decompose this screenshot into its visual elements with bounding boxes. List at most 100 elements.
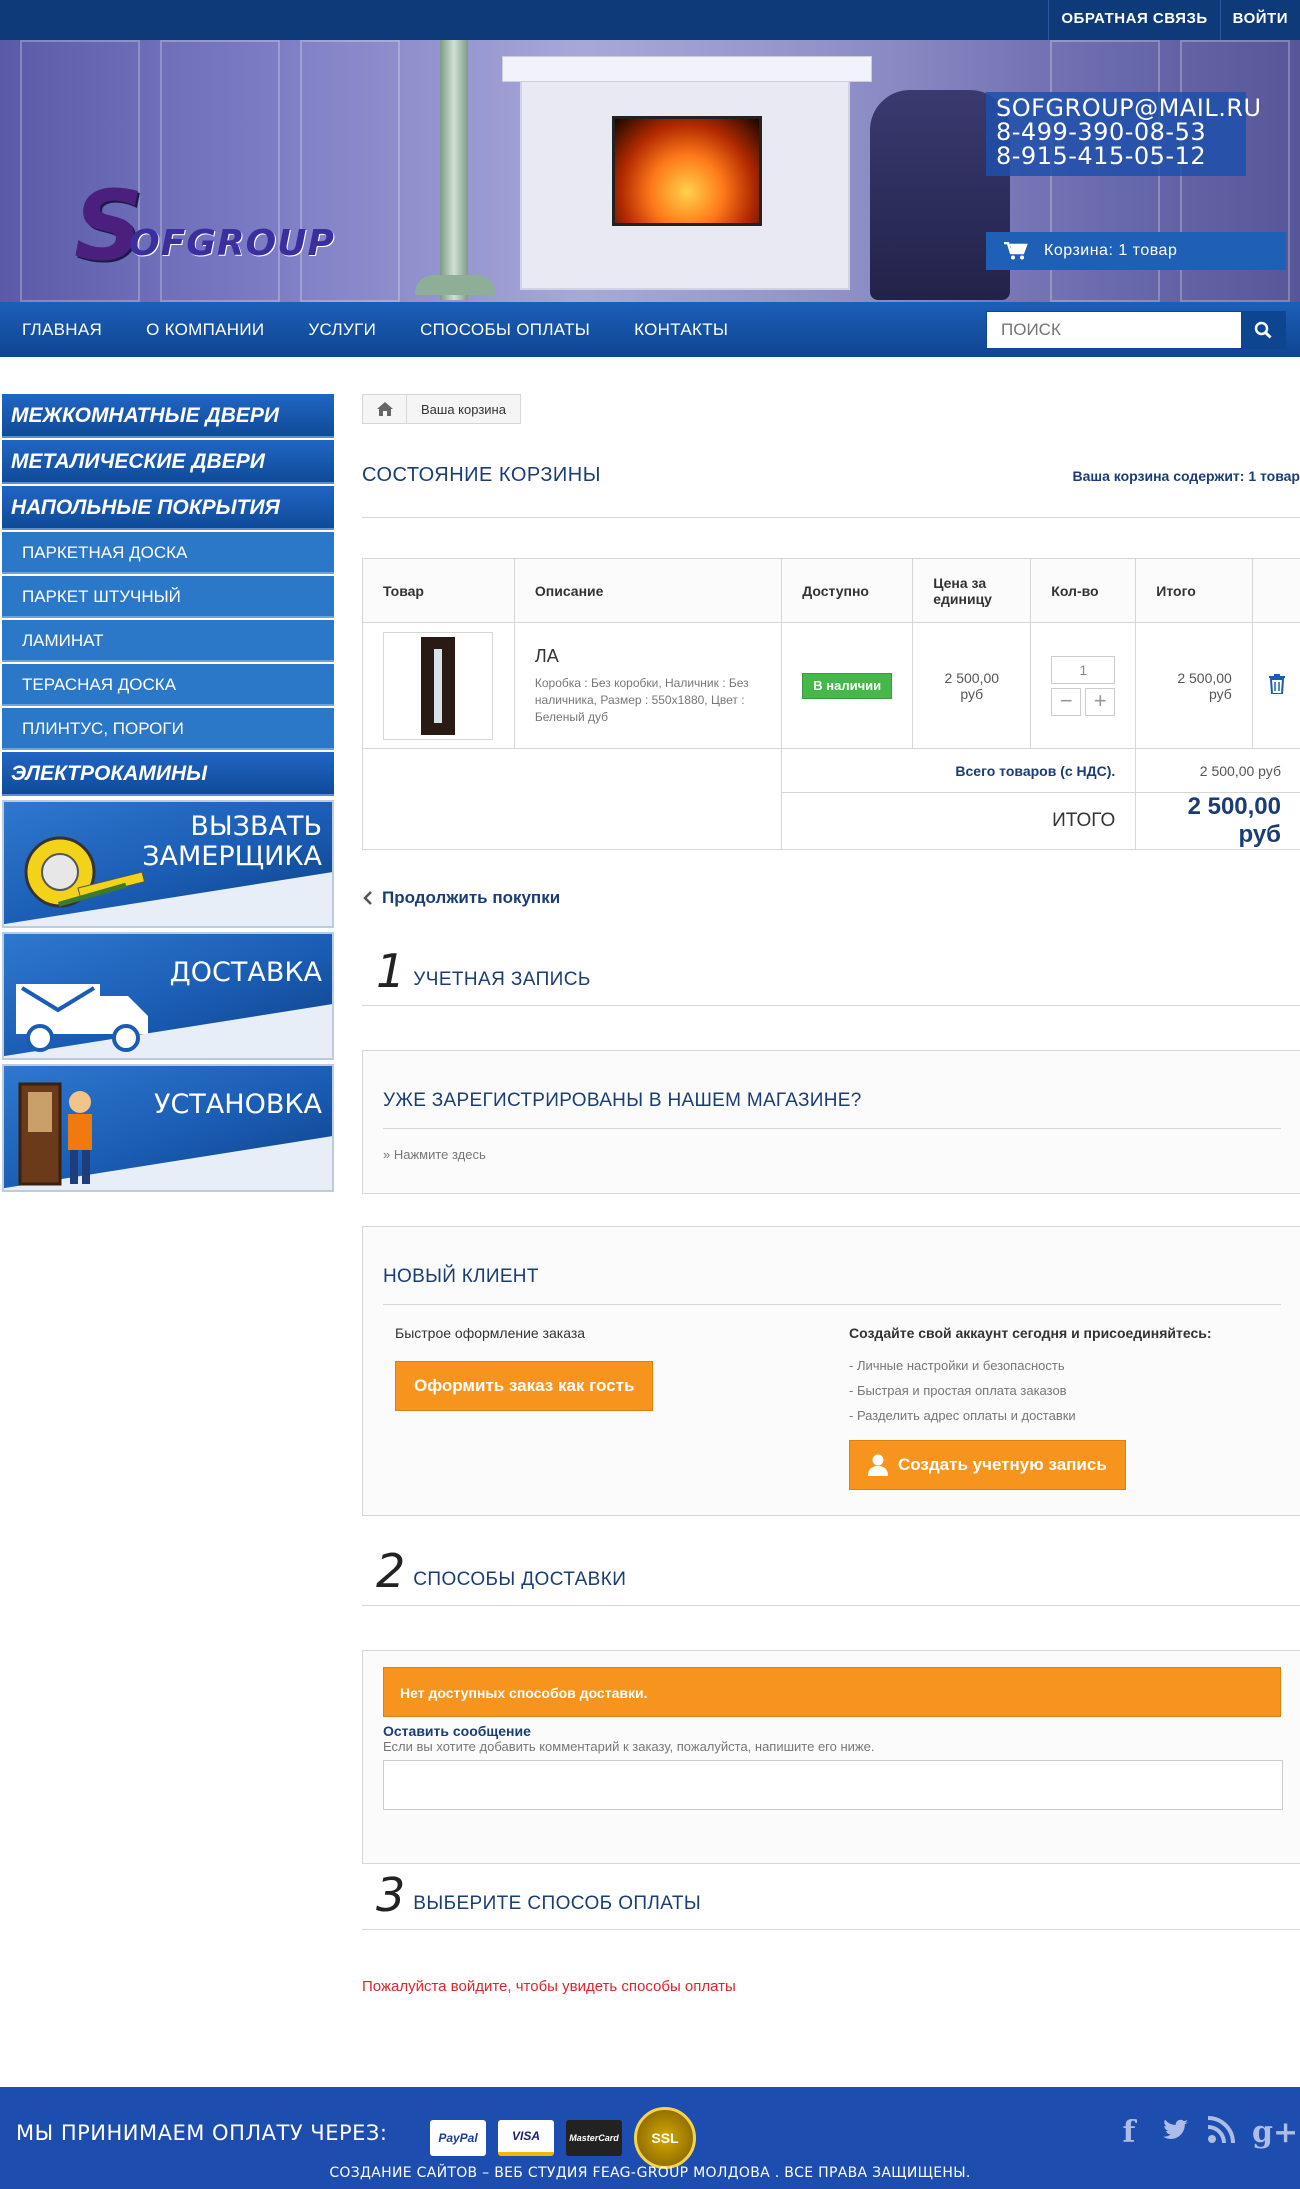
col-header-description: Описание bbox=[513, 558, 783, 623]
step-number: 2 bbox=[376, 1544, 406, 1598]
col-header-product: Товар bbox=[362, 558, 515, 623]
product-description-cell: ЛА Коробка : Без коробки, Наличник : Без… bbox=[513, 622, 783, 749]
sidebar-item-parquet-board[interactable]: Паркетная доска bbox=[2, 532, 334, 574]
google-plus-icon[interactable]: g+ bbox=[1252, 2115, 1298, 2150]
facebook-icon[interactable]: f bbox=[1114, 2115, 1144, 2150]
new-customer-box: Новый клиент Быстрое оформление заказа О… bbox=[362, 1226, 1300, 1516]
promo-measurer-text: Вызвать замерщика bbox=[142, 811, 322, 872]
footer: Мы принимаем оплату через: PayPal VISA M… bbox=[0, 2087, 1300, 2189]
benefit-item: - Разделить адрес оплаты и доставки bbox=[849, 1408, 1076, 1423]
logo-text: OFGROUP bbox=[129, 223, 335, 264]
benefit-item: - Личные настройки и безопасность bbox=[849, 1358, 1065, 1373]
sidebar-item-parquet-piece[interactable]: Паркет штучный bbox=[2, 576, 334, 618]
chevron-left-icon bbox=[363, 891, 372, 905]
payment-accept-label: Мы принимаем оплату через: bbox=[16, 2121, 388, 2145]
fire-image bbox=[612, 116, 762, 226]
guest-checkout-column: Быстрое оформление заказа Оформить заказ… bbox=[395, 1325, 654, 1411]
sidebar-category-flooring[interactable]: Напольные покрытия bbox=[2, 486, 334, 530]
continue-shopping-link[interactable]: Продолжить покупки bbox=[362, 888, 560, 908]
login-click-here-link[interactable]: » Нажмите здесь bbox=[383, 1147, 1281, 1162]
leave-message-hint: Если вы хотите добавить комментарий к за… bbox=[383, 1739, 875, 1754]
step-number: 3 bbox=[376, 1868, 406, 1922]
guest-checkout-button[interactable]: Оформить заказ как гость bbox=[395, 1361, 654, 1411]
cart-table: Товар Описание Доступно Цена за единицу … bbox=[361, 558, 1300, 850]
guest-checkout-label: Быстрое оформление заказа bbox=[395, 1325, 586, 1341]
subtotal-label: Всего товаров (с НДС). bbox=[781, 748, 1137, 793]
subtotal-row: Всего товаров (с НДС). 2 500,00 руб bbox=[361, 748, 1300, 793]
site-logo[interactable]: S OFGROUP bbox=[74, 178, 335, 274]
product-thumbnail[interactable] bbox=[383, 631, 493, 740]
quantity-input[interactable] bbox=[1051, 655, 1116, 684]
sidebar-category-electric-fireplaces[interactable]: Электрокамины bbox=[2, 752, 334, 796]
step-account-header: 1 Учетная запись bbox=[362, 946, 1300, 1006]
table-row: ЛА Коробка : Без коробки, Наличник : Без… bbox=[362, 622, 1300, 749]
promo-delivery[interactable]: Доставка bbox=[2, 932, 334, 1060]
rss-icon[interactable] bbox=[1206, 2115, 1236, 2145]
feedback-link[interactable]: Обратная связь bbox=[1048, 0, 1219, 40]
copyright-text: Создание сайтов – веб студия FEAG-Group … bbox=[329, 2165, 971, 2181]
benefit-item: - Быстрая и простая оплата заказов bbox=[849, 1383, 1067, 1398]
search-input[interactable] bbox=[987, 312, 1241, 348]
nav-item-about[interactable]: О компании bbox=[146, 320, 264, 340]
quantity-increase-button[interactable]: + bbox=[1085, 687, 1116, 716]
door-image bbox=[421, 636, 455, 735]
twitter-icon[interactable] bbox=[1160, 2115, 1190, 2145]
fireplace-image bbox=[502, 56, 872, 290]
contact-phone-1: 8-499-390-08-53 bbox=[996, 118, 1207, 146]
subtotal-value: 2 500,00 руб bbox=[1135, 748, 1300, 793]
contact-email[interactable]: SOFGROUP@MAIL.RU bbox=[996, 96, 1261, 120]
promo-measurer[interactable]: Вызвать замерщика bbox=[2, 800, 334, 928]
contact-box: SOFGROUP@MAIL.RU 8-499-390-08-53 8-915-4… bbox=[986, 92, 1261, 176]
total-value: 2 500,00 руб bbox=[1135, 792, 1300, 850]
nav-item-home[interactable]: Главная bbox=[22, 320, 102, 340]
registered-title: Уже зарегистрированы в нашем магазине? bbox=[383, 1051, 1281, 1129]
sidebar-item-terrace-board[interactable]: Терасная доска bbox=[2, 664, 334, 706]
promo-installation-text: Установка bbox=[154, 1089, 322, 1120]
product-attributes: Коробка : Без коробки, Наличник : Без на… bbox=[534, 675, 749, 724]
promo-installation[interactable]: Установка bbox=[2, 1064, 334, 1192]
step-title: Способы доставки bbox=[413, 1569, 627, 1590]
sidebar-category-metal-doors[interactable]: Металические двери bbox=[2, 440, 334, 484]
cart-table-header: Товар Описание Доступно Цена за единицу … bbox=[362, 558, 1300, 623]
create-account-button-label: Создать учетную запись bbox=[898, 1455, 1107, 1474]
product-name[interactable]: ЛА bbox=[535, 646, 761, 667]
sidebar-item-plinth[interactable]: Плинтус, пороги bbox=[2, 708, 334, 750]
breadcrumb-current: Ваша корзина bbox=[421, 401, 506, 417]
contact-phone-2: 8-915-415-05-12 bbox=[996, 142, 1207, 170]
ssl-badge: SSL bbox=[634, 2107, 696, 2169]
total-row: ИТОГО 2 500,00 руб bbox=[361, 792, 1300, 850]
top-bar: Обратная связь Войти bbox=[0, 0, 1300, 40]
floor-lamp-base bbox=[415, 275, 495, 295]
sidebar-category-interior-doors[interactable]: Межкомнатные двери bbox=[2, 394, 334, 438]
quantity-cell: − + bbox=[1030, 622, 1137, 749]
payment-logos: PayPal VISA MasterCard SSL bbox=[430, 2107, 696, 2169]
nav-item-payment[interactable]: Способы оплаты bbox=[420, 320, 590, 340]
user-icon bbox=[868, 1454, 888, 1476]
top-links: Обратная связь Войти bbox=[1048, 0, 1300, 40]
nav-item-contacts[interactable]: Контакты bbox=[634, 320, 728, 340]
search-icon bbox=[1254, 321, 1272, 339]
cart-icon bbox=[1004, 242, 1028, 260]
step-title: Учетная запись bbox=[413, 969, 591, 990]
cart-button[interactable]: Корзина: 1 товар bbox=[986, 232, 1286, 270]
registered-box: Уже зарегистрированы в нашем магазине? »… bbox=[362, 1050, 1300, 1194]
trash-icon[interactable] bbox=[1268, 674, 1286, 695]
create-account-button[interactable]: Создать учетную запись bbox=[849, 1440, 1126, 1490]
breadcrumb-home[interactable] bbox=[363, 395, 407, 423]
nav-item-services[interactable]: Услуги bbox=[308, 320, 376, 340]
search-box bbox=[986, 311, 1286, 349]
order-comment-textarea[interactable] bbox=[383, 1760, 1283, 1810]
quantity-stepper: − + bbox=[1051, 687, 1116, 716]
col-header-quantity: Кол-во bbox=[1030, 558, 1137, 623]
promo-delivery-text: Доставка bbox=[169, 957, 322, 988]
col-header-availability: Доступно bbox=[781, 558, 914, 623]
login-link[interactable]: Войти bbox=[1219, 0, 1300, 40]
quantity-decrease-button[interactable]: − bbox=[1051, 687, 1082, 716]
sidebar-item-laminate[interactable]: Ламинат bbox=[2, 620, 334, 662]
breadcrumb: Ваша корзина bbox=[362, 394, 521, 424]
floor-lamp-image bbox=[440, 40, 468, 300]
create-account-column: Создайте свой аккаунт сегодня и присоеди… bbox=[849, 1325, 1212, 1490]
product-image-cell bbox=[362, 622, 515, 749]
col-header-actions bbox=[1251, 558, 1300, 623]
search-button[interactable] bbox=[1241, 312, 1285, 348]
